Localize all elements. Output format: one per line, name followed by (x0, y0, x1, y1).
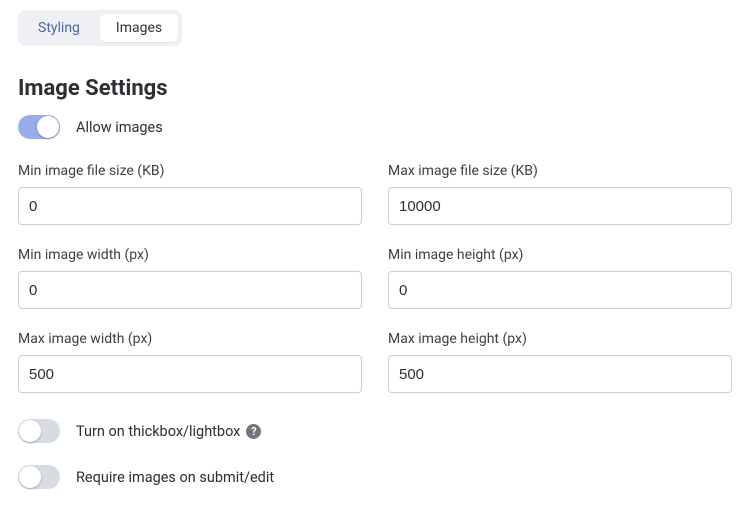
toggle-allow-images[interactable] (18, 115, 60, 139)
input-min-size[interactable] (18, 187, 362, 225)
label-max-width: Max image width (px) (18, 331, 362, 347)
input-max-width[interactable] (18, 355, 362, 393)
help-icon[interactable]: ? (246, 424, 261, 439)
input-max-height[interactable] (388, 355, 732, 393)
toggle-lightbox[interactable] (18, 419, 60, 443)
toggle-require-label: Require images on submit/edit (76, 469, 274, 486)
page-title: Image Settings (18, 76, 732, 101)
toggle-allow-images-label: Allow images (76, 119, 163, 136)
tab-styling[interactable]: Styling (22, 14, 96, 42)
tabs: Styling Images (18, 10, 182, 46)
label-max-size: Max image file size (KB) (388, 163, 732, 179)
input-min-height[interactable] (388, 271, 732, 309)
tab-images[interactable]: Images (100, 14, 178, 42)
label-min-height: Min image height (px) (388, 247, 732, 263)
toggle-require[interactable] (18, 465, 60, 489)
toggle-lightbox-label: Turn on thickbox/lightbox (76, 423, 240, 440)
input-max-size[interactable] (388, 187, 732, 225)
label-min-width: Min image width (px) (18, 247, 362, 263)
label-max-height: Max image height (px) (388, 331, 732, 347)
label-min-size: Min image file size (KB) (18, 163, 362, 179)
input-min-width[interactable] (18, 271, 362, 309)
